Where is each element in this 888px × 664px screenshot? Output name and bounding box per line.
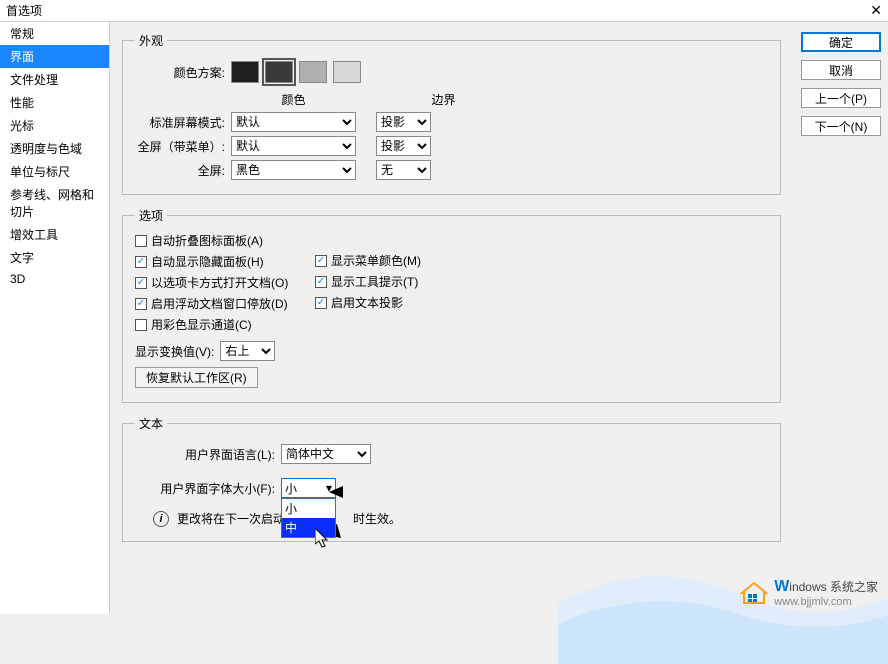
watermark: Windows 系统之家 www.bjjmlv.com	[740, 578, 878, 608]
chk-floatdock[interactable]: ✓启用浮动文档窗口停放(D)	[135, 295, 315, 312]
colorscheme-label: 颜色方案:	[135, 64, 225, 81]
info-note-prefix: 更改将在下一次启动	[177, 510, 285, 527]
text-legend: 文本	[135, 415, 167, 432]
mode-fullmenu-color[interactable]: 默认	[231, 136, 356, 156]
sidebar-item-3d[interactable]: 3D	[0, 269, 109, 289]
sidebar-item-filehandling[interactable]: 文件处理	[0, 68, 109, 91]
lang-select[interactable]: 简体中文	[281, 444, 371, 464]
sidebar: 常规 界面 文件处理 性能 光标 透明度与色域 单位与标尺 参考线、网格和切片 …	[0, 22, 110, 614]
mode-full-border[interactable]: 无	[376, 160, 431, 180]
chevron-down-icon: ▾	[326, 481, 332, 495]
sidebar-item-transparency[interactable]: 透明度与色域	[0, 137, 109, 160]
lang-label: 用户界面语言(L):	[135, 446, 275, 463]
mode-full-color[interactable]: 黑色	[231, 160, 356, 180]
sidebar-item-type[interactable]: 文字	[0, 246, 109, 269]
chk-colorchannels[interactable]: 用彩色显示通道(C)	[135, 316, 315, 333]
col-color: 颜色	[231, 91, 356, 108]
close-icon[interactable]: ✕	[870, 2, 882, 19]
text-group: 文本 用户界面语言(L): 简体中文 用户界面字体大小(F): 小 ▾ 小 中	[122, 415, 781, 542]
fontsize-dropdown: 小 中	[281, 498, 336, 538]
swatches	[231, 61, 361, 83]
mode-standard-label: 标准屏幕模式:	[135, 114, 225, 131]
mode-fullmenu-border[interactable]: 投影	[376, 136, 431, 156]
fontsize-option-medium[interactable]: 中	[282, 518, 335, 537]
ok-button[interactable]: 确定	[801, 32, 881, 52]
sidebar-item-performance[interactable]: 性能	[0, 91, 109, 114]
fontsize-label: 用户界面字体大小(F):	[135, 480, 275, 497]
transform-label: 显示变换值(V):	[135, 343, 214, 360]
sidebar-item-plugins[interactable]: 增效工具	[0, 223, 109, 246]
sidebar-item-guides[interactable]: 参考线、网格和切片	[0, 183, 109, 223]
swatch-light1[interactable]	[299, 61, 327, 83]
mode-standard-border[interactable]: 投影	[376, 112, 431, 132]
options-legend: 选项	[135, 207, 167, 224]
window-title: 首选项	[6, 2, 42, 19]
mode-fullmenu-label: 全屏（带菜单）:	[135, 138, 225, 155]
watermark-url: www.bjjmlv.com	[774, 596, 878, 608]
chk-autocollapse[interactable]: 自动折叠图标面板(A)	[135, 232, 315, 249]
swatch-dark1[interactable]	[231, 61, 259, 83]
sidebar-item-general[interactable]: 常规	[0, 22, 109, 45]
chk-menucolor[interactable]: ✓显示菜单颜色(M)	[315, 252, 421, 269]
swatch-dark2[interactable]	[265, 61, 293, 83]
right-buttons: 确定 取消 上一个(P) 下一个(N)	[793, 22, 888, 614]
info-note-suffix: 时生效。	[353, 510, 401, 527]
sidebar-item-interface[interactable]: 界面	[0, 45, 109, 68]
chk-opentabs[interactable]: ✓以选项卡方式打开文档(O)	[135, 274, 315, 291]
sidebar-item-cursor[interactable]: 光标	[0, 114, 109, 137]
cancel-button[interactable]: 取消	[801, 60, 881, 80]
appearance-legend: 外观	[135, 32, 167, 49]
mode-full-label: 全屏:	[135, 162, 225, 179]
options-group: 选项 自动折叠图标面板(A) ✓自动显示隐藏面板(H) ✓以选项卡方式打开文档(…	[122, 207, 781, 403]
chk-textshadow[interactable]: ✓启用文本投影	[315, 294, 421, 311]
next-button[interactable]: 下一个(N)	[801, 116, 881, 136]
chk-tooltips[interactable]: ✓显示工具提示(T)	[315, 273, 421, 290]
house-icon	[740, 581, 768, 605]
col-border: 边界	[416, 91, 471, 108]
chk-autoshowhidden[interactable]: ✓自动显示隐藏面板(H)	[135, 253, 315, 270]
appearance-group: 外观 颜色方案: 颜色 边界 标准屏幕模式: 默认 投影	[122, 32, 781, 195]
sidebar-item-units[interactable]: 单位与标尺	[0, 160, 109, 183]
info-icon: i	[153, 511, 169, 527]
mode-standard-color[interactable]: 默认	[231, 112, 356, 132]
prev-button[interactable]: 上一个(P)	[801, 88, 881, 108]
transform-select[interactable]: 右上	[220, 341, 275, 361]
content-area: 外观 颜色方案: 颜色 边界 标准屏幕模式: 默认 投影	[110, 22, 793, 614]
swatch-light2[interactable]	[333, 61, 361, 83]
fontsize-select[interactable]: 小 ▾ 小 中	[281, 478, 336, 498]
fontsize-option-small[interactable]: 小	[282, 499, 335, 518]
restore-workspace-button[interactable]: 恢复默认工作区(R)	[135, 367, 258, 388]
